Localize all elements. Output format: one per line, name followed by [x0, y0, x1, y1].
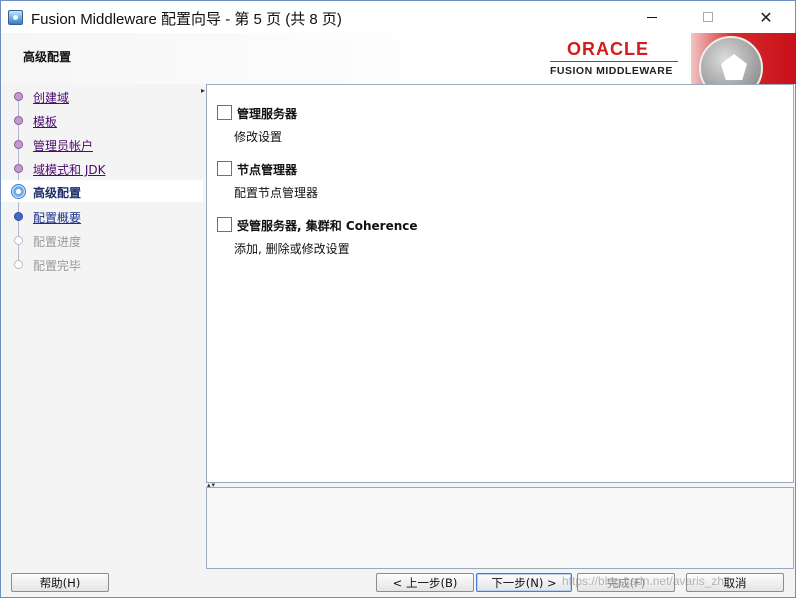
step-label[interactable]: 域模式和 JDK [33, 161, 105, 178]
step-done-icon [14, 164, 23, 173]
step-label[interactable]: 模板 [33, 113, 57, 130]
wizard-header: 高级配置 ORACLE FUSION MIDDLEWARE [0, 33, 796, 84]
step-pending-icon [14, 236, 23, 245]
step-done-icon [14, 140, 23, 149]
step-current-icon [11, 184, 26, 199]
step-label[interactable]: 创建域 [33, 89, 69, 106]
option-description: 添加, 删除或修改设置 [234, 242, 350, 256]
step-advanced-config[interactable]: 高级配置 [1, 180, 203, 202]
step-pending-icon [14, 260, 23, 269]
minimize-button[interactable] [629, 1, 675, 33]
header-decoration [691, 33, 796, 84]
gear-emblem-icon [699, 36, 763, 84]
step-label: 配置完毕 [33, 259, 82, 273]
step-create-domain[interactable]: 创建域 [1, 85, 203, 107]
close-button[interactable]: ✕ [743, 1, 789, 33]
managed-servers-checkbox[interactable] [217, 217, 232, 232]
step-templates[interactable]: 模板 [1, 109, 203, 131]
title-bar: Fusion Middleware 配置向导 - 第 5 页 (共 8 页) ✕ [0, 0, 796, 33]
maximize-button[interactable] [685, 1, 731, 33]
back-button[interactable]: < 上一步(B) [376, 573, 474, 592]
step-config-summary[interactable]: 配置概要 [1, 205, 203, 227]
node-manager-checkbox[interactable] [217, 161, 232, 176]
options-panel: 管理服务器 修改设置 节点管理器 配置节点管理器 受管服务器, 集群和 Cohe… [206, 84, 794, 483]
message-panel [206, 487, 794, 569]
next-button[interactable]: 下一步(N) > [476, 573, 572, 592]
window-title: Fusion Middleware 配置向导 - 第 5 页 (共 8 页) [31, 11, 342, 28]
logo-divider [550, 61, 678, 62]
product-line-label: FUSION MIDDLEWARE [550, 65, 673, 77]
step-label[interactable]: 管理员帐户 [33, 137, 93, 154]
step-next-icon [14, 212, 23, 221]
step-config-progress: 配置进度 [1, 229, 203, 251]
step-navigation: 创建域 模板 管理员帐户 域模式和 JDK 高级配置 配置概要 配置进度 配置完… [1, 84, 203, 569]
splitter-handle[interactable]: ▸ [201, 86, 205, 95]
option-description: 配置节点管理器 [234, 186, 319, 200]
step-config-complete: 配置完毕 [1, 253, 203, 275]
option-description: 修改设置 [234, 130, 283, 144]
option-label[interactable]: 管理服务器 [237, 105, 297, 122]
help-button[interactable]: 帮助(H) [11, 573, 109, 592]
admin-server-checkbox[interactable] [217, 105, 232, 120]
close-icon: ✕ [759, 7, 773, 27]
oracle-logo: ORACLE [567, 39, 649, 59]
step-admin-account[interactable]: 管理员帐户 [1, 133, 203, 155]
page-title: 高级配置 [23, 50, 72, 64]
step-label: 高级配置 [33, 186, 82, 200]
step-done-icon [14, 92, 23, 101]
option-label[interactable]: 节点管理器 [237, 161, 297, 178]
minimize-icon [647, 16, 657, 18]
watermark-text: https://blog.csdn.net/avaris_zh [562, 574, 725, 588]
app-icon [8, 10, 23, 25]
step-done-icon [14, 116, 23, 125]
option-label[interactable]: 受管服务器, 集群和 Coherence [237, 217, 418, 234]
step-label[interactable]: 配置概要 [33, 209, 81, 226]
step-domain-mode-jdk[interactable]: 域模式和 JDK [1, 157, 203, 179]
step-label: 配置进度 [33, 235, 82, 249]
maximize-icon [703, 12, 713, 22]
